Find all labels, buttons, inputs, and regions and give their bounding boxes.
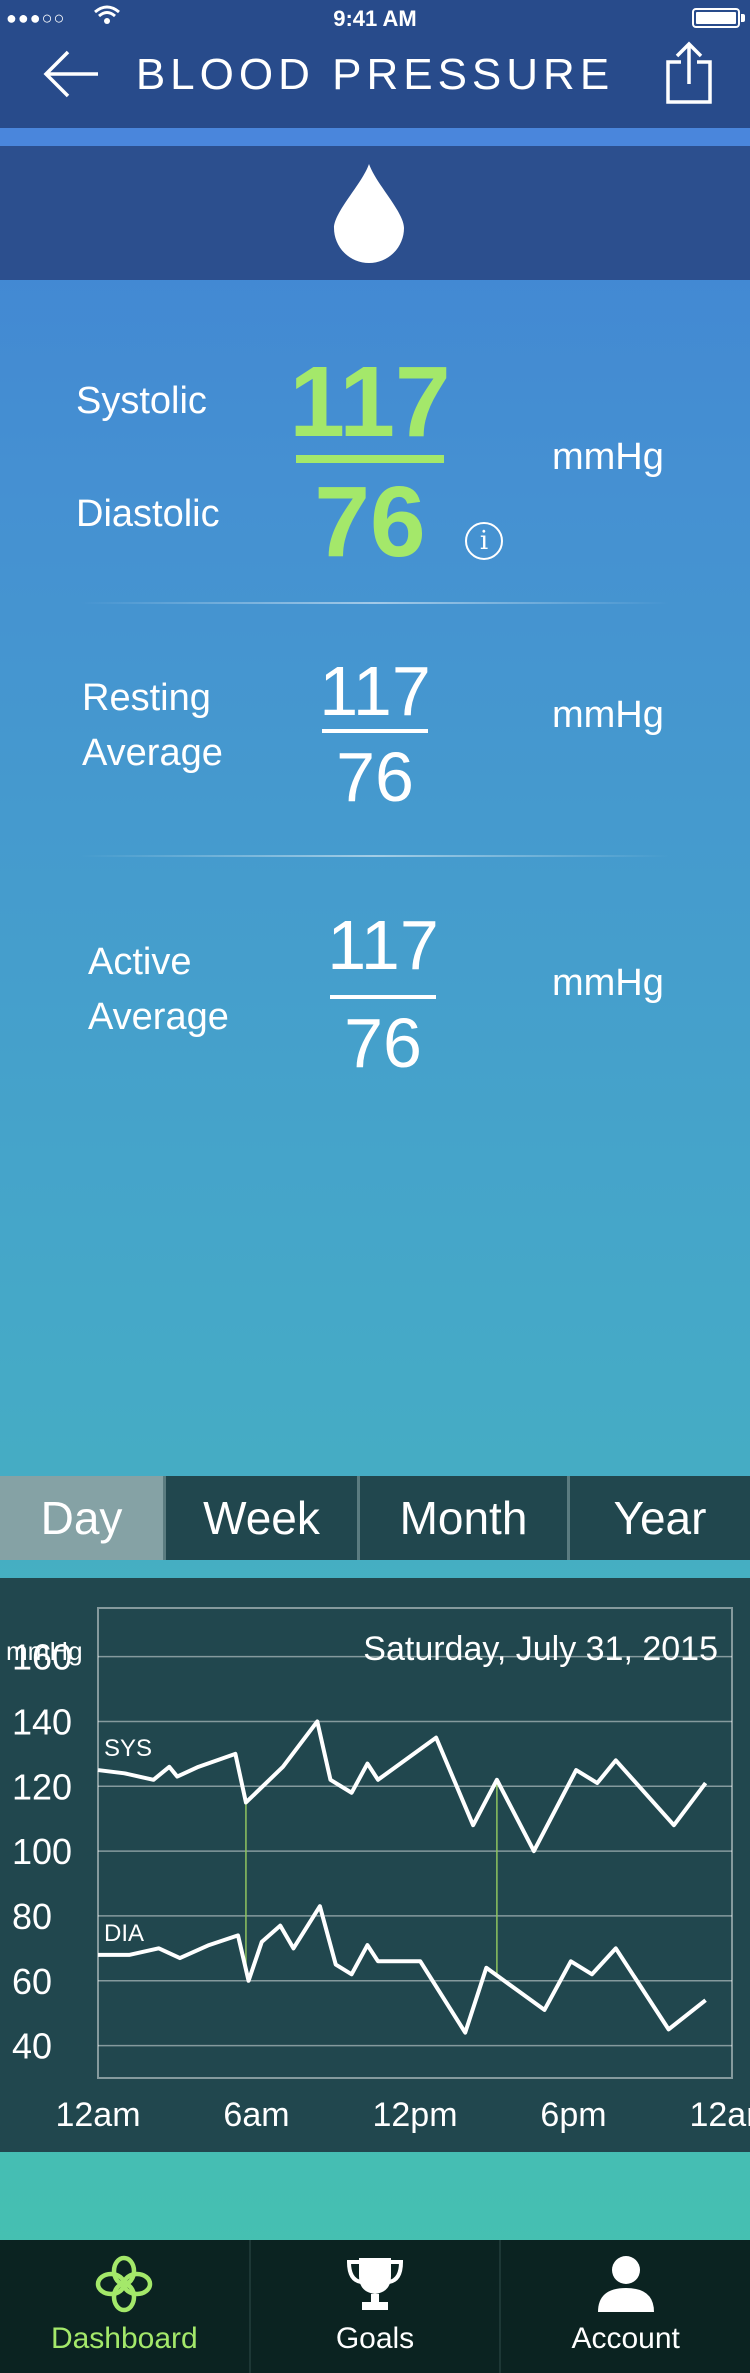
diastolic-label: Diastolic xyxy=(76,493,220,535)
page-title: BLOOD PRESSURE xyxy=(135,50,615,99)
tab-month[interactable]: Month xyxy=(360,1476,570,1560)
icon-band xyxy=(0,146,750,280)
tabbar-label-account: Account xyxy=(571,2322,680,2355)
systolic-label: Systolic xyxy=(76,380,207,422)
y-tick-label: 140 xyxy=(12,1701,72,1742)
share-icon[interactable] xyxy=(664,40,714,106)
systolic-value: 117 xyxy=(289,346,451,458)
resting-diastolic: 76 xyxy=(336,738,414,816)
tab-year[interactable]: Year xyxy=(570,1476,750,1560)
y-tick-label: 80 xyxy=(12,1896,52,1937)
trophy-icon xyxy=(346,2258,404,2310)
y-tick-label: 100 xyxy=(12,1831,72,1872)
current-fraction-bar xyxy=(296,455,444,463)
x-tick-label: 12am xyxy=(55,2096,140,2134)
chart-date-title: Saturday, July 31, 2015 xyxy=(363,1630,718,1668)
header-bar: ●●●○○ 9:41 AM BLOOD PRESSURE xyxy=(0,0,750,128)
divider xyxy=(80,602,670,604)
tabbar-item-account[interactable]: Account xyxy=(501,2240,750,2373)
resting-label-line1: Resting xyxy=(82,677,211,719)
tab-day[interactable]: Day xyxy=(0,1476,166,1560)
divider xyxy=(80,855,670,857)
y-tick-label: 60 xyxy=(12,1961,52,2002)
bottom-tab-bar: Dashboard Goals Account xyxy=(0,2240,750,2373)
series-line-dia xyxy=(98,1904,707,2035)
current-unit: mmHg xyxy=(552,436,664,478)
active-label-line1: Active xyxy=(88,941,192,983)
resting-label-line2: Average xyxy=(82,732,223,774)
resting-unit: mmHg xyxy=(552,694,664,736)
active-label-line2: Average xyxy=(88,996,229,1038)
blood-pressure-chart[interactable]: 406080100120140160mmHg Saturday, July 31,… xyxy=(0,1578,750,2152)
y-tick-label: 40 xyxy=(12,2026,52,2067)
info-icon[interactable]: i xyxy=(465,522,503,560)
x-tick-label: 12pm xyxy=(372,2096,457,2134)
tabbar-item-dashboard[interactable]: Dashboard xyxy=(0,2240,251,2373)
battery-icon xyxy=(692,8,740,28)
series-label-sys: SYS xyxy=(104,1735,152,1762)
active-diastolic: 76 xyxy=(344,1004,422,1082)
dashboard-icon xyxy=(96,2255,153,2313)
person-icon xyxy=(597,2256,654,2312)
tabbar-label-goals: Goals xyxy=(335,2322,415,2355)
y-tick-label: 120 xyxy=(12,1766,72,1807)
status-time: 9:41 AM xyxy=(333,6,417,31)
chart-frame xyxy=(97,1607,733,2079)
tab-week[interactable]: Week xyxy=(166,1476,360,1560)
resting-systolic: 117 xyxy=(319,652,431,730)
blood-drop-icon xyxy=(334,164,404,263)
battery-tip xyxy=(741,14,745,22)
active-fraction-bar xyxy=(330,995,436,999)
range-tabs: Day Week Month Year xyxy=(0,1476,750,1560)
tabbar-item-goals[interactable]: Goals xyxy=(251,2240,502,2373)
accent-strip xyxy=(0,128,750,146)
chart-panel: 40 60 80 100 120 140 160 mmHg Saturday, July 31,… xyxy=(0,1578,750,2152)
x-tick-label: 12am xyxy=(689,2096,750,2134)
tabbar-label-dashboard: Dashboard xyxy=(50,2322,198,2355)
x-tick-label: 6pm xyxy=(540,2096,606,2134)
x-tick-label: 6am xyxy=(223,2096,289,2134)
y-axis-label: mmHg xyxy=(6,1636,83,1666)
status-bar: ●●●○○ 9:41 AM xyxy=(0,0,750,36)
active-unit: mmHg xyxy=(552,962,664,1004)
resting-fraction-bar xyxy=(322,729,428,733)
diastolic-value: 76 xyxy=(314,466,426,578)
active-systolic: 117 xyxy=(327,906,439,984)
series-label-dia: DIA xyxy=(104,1920,144,1947)
